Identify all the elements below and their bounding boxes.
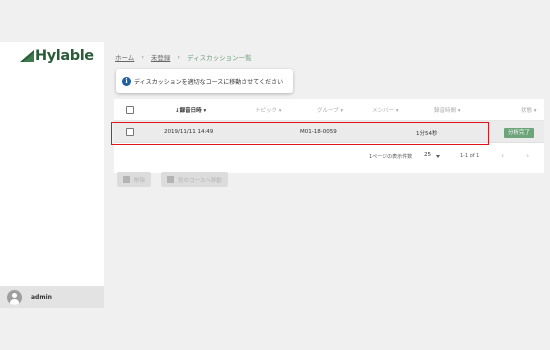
column-header-group[interactable]: グループ ▾ bbox=[317, 106, 343, 114]
rows-per-page-label: 1ページの表示件数 bbox=[369, 154, 413, 160]
account-circle-icon bbox=[7, 289, 22, 305]
leaf-logo-icon bbox=[20, 50, 34, 62]
breadcrumb-home[interactable]: ホーム bbox=[115, 52, 134, 62]
sidebar: Hylable admin bbox=[0, 42, 104, 308]
prev-page-button[interactable]: ‹ bbox=[501, 151, 504, 160]
action-bar: 削除 別のコースへ移動 bbox=[117, 172, 238, 187]
table-header: ↓録音日時 ▾ トピック ▾ グループ ▾ メンバー ▾ 録音時間 ▾ 状態 ▾ bbox=[114, 99, 544, 121]
brand-name: Hylable bbox=[35, 48, 94, 64]
rows-per-page-select[interactable]: 25 bbox=[424, 152, 431, 158]
brand-logo[interactable]: Hylable bbox=[20, 48, 94, 64]
column-header-status[interactable]: 状態 ▾ bbox=[521, 106, 537, 114]
table-row[interactable]: 2019/11/11 14:49 M01-18-0059 1分54秒 分析完了 bbox=[114, 121, 544, 143]
info-message: i ディスカッションを適切なコースに移動させてください bbox=[116, 69, 293, 93]
info-message-text: ディスカッションを適切なコースに移動させてください bbox=[134, 78, 284, 86]
info-icon: i bbox=[122, 76, 131, 86]
next-page-button[interactable]: › bbox=[526, 151, 529, 160]
column-header-duration[interactable]: 録音時間 ▾ bbox=[434, 106, 461, 114]
page-range: 1-1 of 1 bbox=[460, 153, 480, 159]
chevron-right-icon: › bbox=[177, 53, 181, 61]
discussion-table: ↓録音日時 ▾ トピック ▾ グループ ▾ メンバー ▾ 録音時間 ▾ 状態 ▾… bbox=[114, 99, 544, 173]
status-badge: 分析完了 bbox=[504, 128, 535, 138]
user-name: admin bbox=[31, 293, 52, 301]
breadcrumb: ホーム › 未登録 › ディスカッション一覧 bbox=[115, 52, 252, 62]
pagination: 1ページの表示件数 25 1-1 of 1 ‹ › bbox=[114, 143, 544, 173]
cell-duration: 1分54秒 bbox=[416, 131, 438, 137]
breadcrumb-unregistered[interactable]: 未登録 bbox=[151, 52, 171, 62]
app-window: Hylable admin ホーム › 未登録 › ディスカッション一覧 i デ… bbox=[0, 0, 550, 350]
select-all-checkbox[interactable] bbox=[126, 106, 134, 114]
column-header-recorded-at[interactable]: ↓録音日時 ▾ bbox=[175, 106, 206, 114]
cell-recorded-at: 2019/11/11 14:49 bbox=[164, 129, 214, 135]
delete-button[interactable]: 削除 bbox=[117, 172, 152, 187]
breadcrumb-current: ディスカッション一覧 bbox=[187, 54, 252, 62]
dropdown-caret-icon[interactable] bbox=[436, 155, 440, 158]
user-menu[interactable]: admin bbox=[0, 286, 104, 308]
cell-group: M01-18-0059 bbox=[300, 129, 337, 135]
trash-icon bbox=[123, 176, 130, 183]
column-header-members[interactable]: メンバー ▾ bbox=[372, 106, 399, 114]
column-header-topic[interactable]: トピック ▾ bbox=[255, 106, 282, 114]
folder-move-icon bbox=[167, 176, 175, 183]
main-content: ホーム › 未登録 › ディスカッション一覧 i ディスカッションを適切なコース… bbox=[104, 42, 550, 308]
chevron-right-icon: › bbox=[141, 53, 144, 61]
move-to-course-button[interactable]: 別のコースへ移動 bbox=[161, 172, 228, 187]
row-checkbox[interactable] bbox=[126, 128, 134, 136]
